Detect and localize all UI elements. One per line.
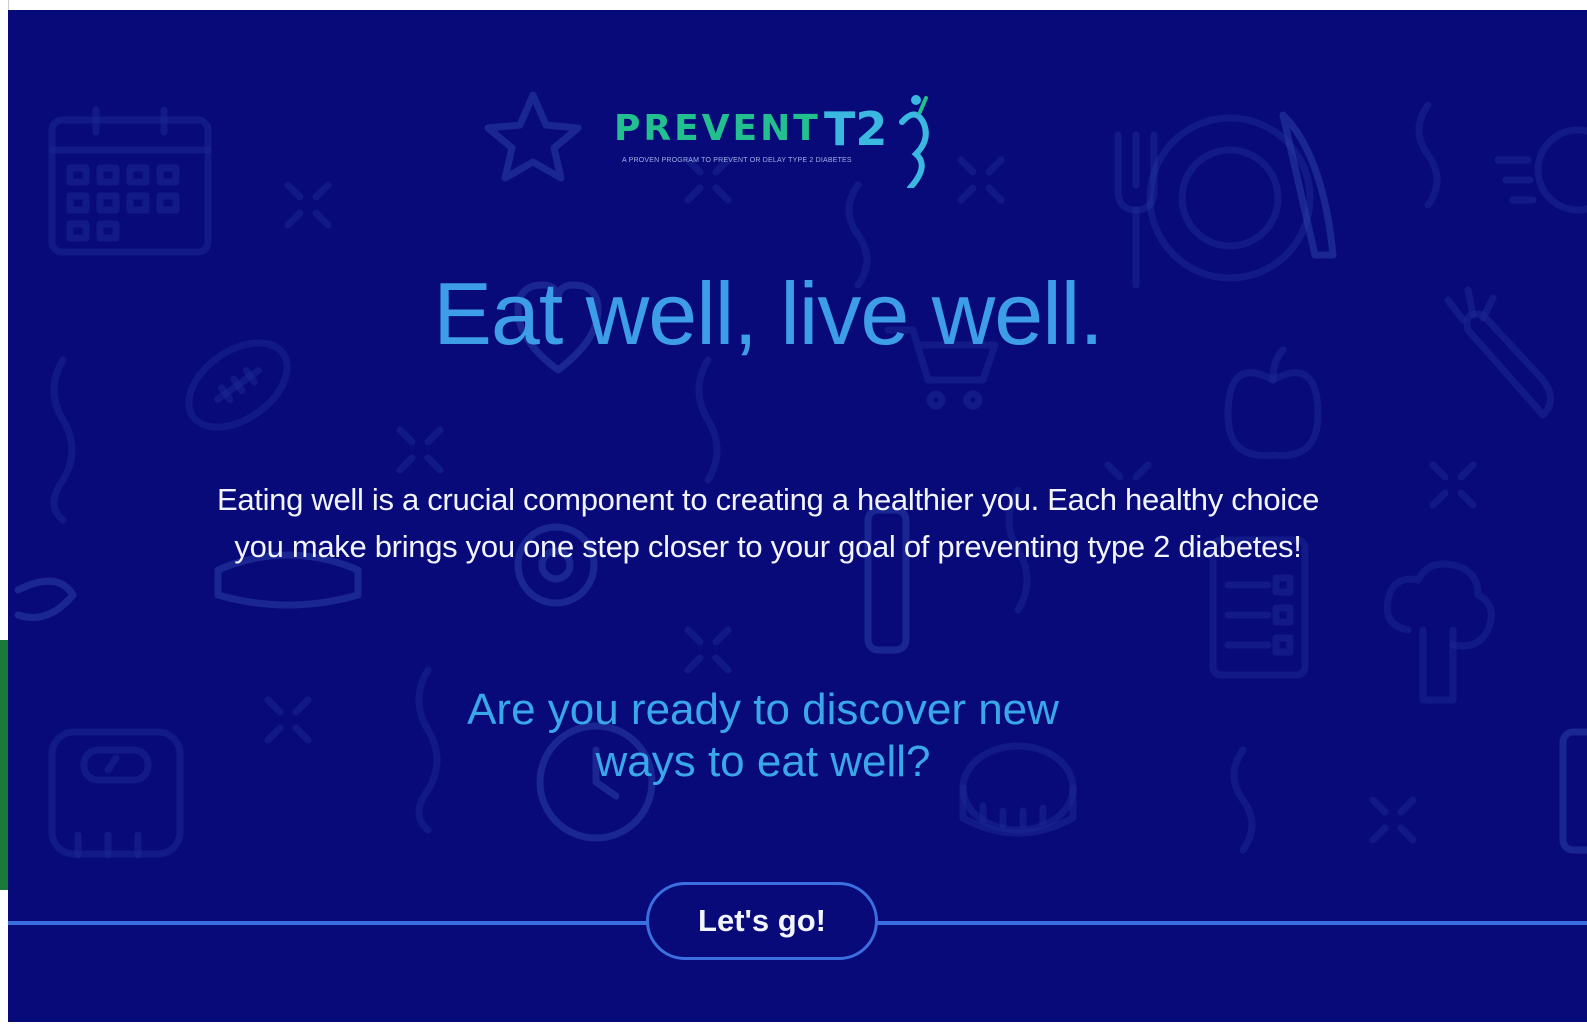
apple-icon: [1224, 346, 1322, 459]
calendar-icon: [48, 106, 212, 256]
logo-t2: T2: [824, 102, 888, 156]
stopwatch-icon: [1494, 126, 1587, 214]
scale-icon: [48, 728, 184, 859]
lets-go-button[interactable]: Let's go!: [646, 882, 878, 960]
person-figure-icon: [899, 95, 929, 188]
logo-tagline: A PROVEN PROGRAM TO PREVENT OR DELAY TYP…: [622, 157, 852, 164]
hero-banner: PREVENT T2 A PROVEN PROGRAM TO PREVENT O…: [8, 10, 1587, 1022]
prevent-t2-logo: PREVENT T2 A PROVEN PROGRAM TO PREVENT O…: [614, 88, 934, 188]
call-to-action-question: Are you ready to discover new ways to ea…: [467, 685, 1059, 786]
logo-wordmark: PREVENT: [614, 108, 821, 149]
page-headline: Eat well, live well.: [433, 264, 1104, 363]
intro-paragraph: Eating well is a crucial component to cr…: [216, 482, 1320, 564]
left-window-edge: [0, 0, 9, 1034]
broccoli-icon: [1383, 560, 1495, 704]
star-icon: [484, 91, 582, 182]
